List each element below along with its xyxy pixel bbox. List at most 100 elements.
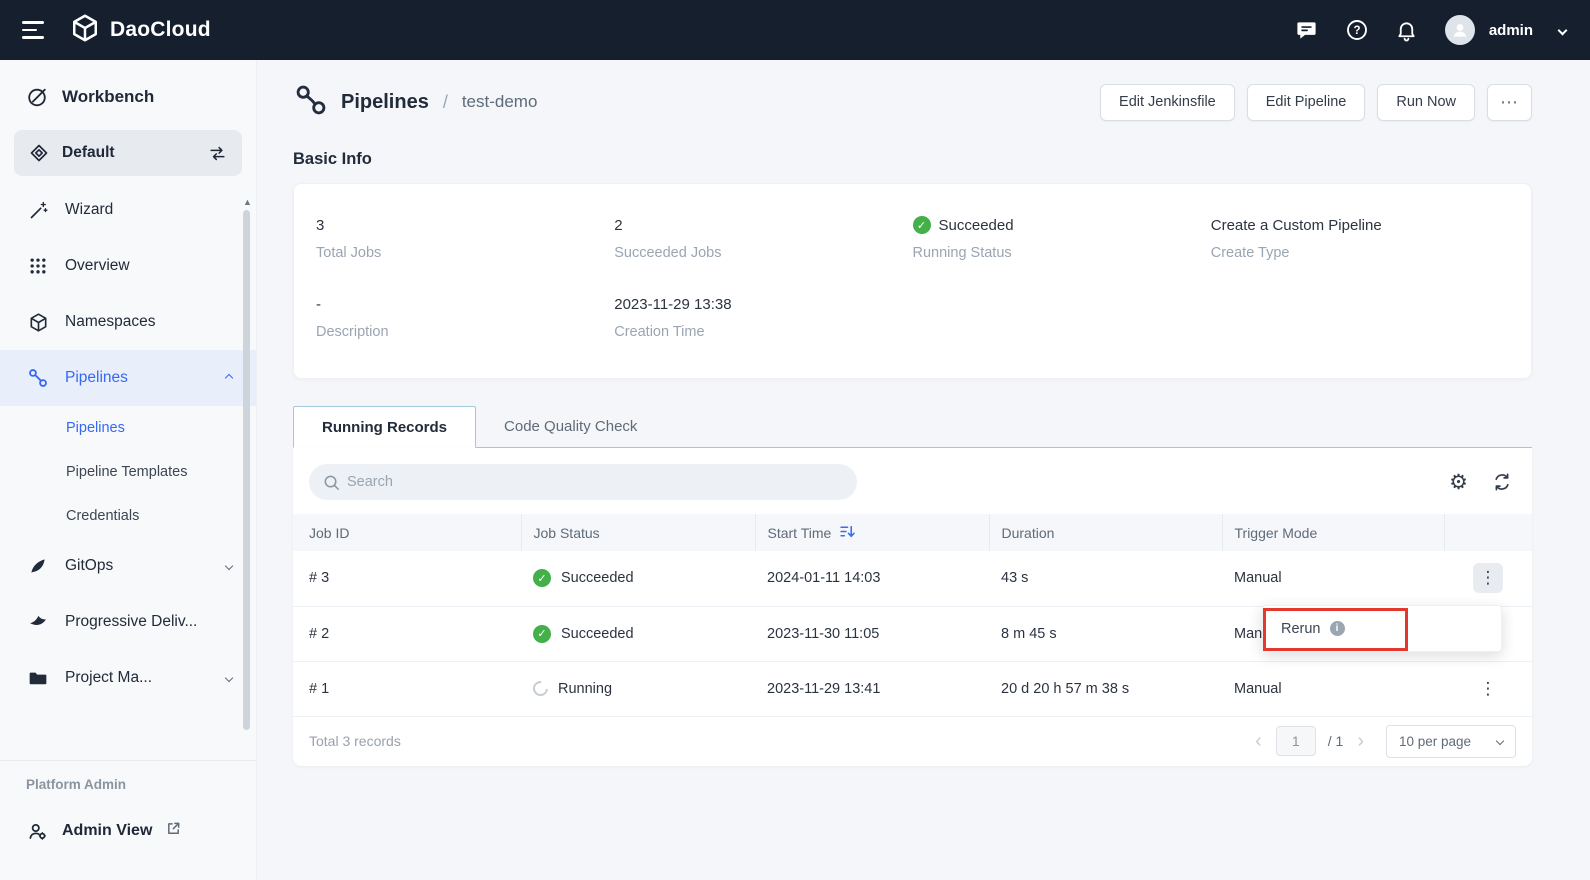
field-value: 2 xyxy=(614,216,912,234)
success-check-icon: ✓ xyxy=(533,625,551,643)
rerun-menu-item[interactable]: Rerun i xyxy=(1263,606,1501,651)
sidebar-subitem-pipelines[interactable]: Pipelines xyxy=(0,406,256,450)
sidebar-bottom: Platform Admin Admin View xyxy=(0,760,256,880)
sidebar-item-gitops[interactable]: GitOps xyxy=(0,538,256,594)
workspace-diamond-icon xyxy=(28,142,50,164)
switch-workspace-icon[interactable] xyxy=(206,142,228,164)
sidebar-scrollbar[interactable]: ▲ xyxy=(243,198,251,778)
col-start-time: Start Time xyxy=(755,514,989,551)
workbench-header: Workbench xyxy=(0,60,256,120)
sidebar-item-namespaces[interactable]: Namespaces xyxy=(0,294,256,350)
sidebar-item-wizard[interactable]: Wizard xyxy=(0,182,256,238)
previous-page-icon[interactable]: ‹ xyxy=(1253,731,1264,751)
per-page-select[interactable]: 10 per page xyxy=(1386,725,1516,758)
page-header: Pipelines / test-demo Edit Jenkinsfile E… xyxy=(293,82,1532,122)
tab-running-records[interactable]: Running Records xyxy=(293,406,476,448)
cell-job-id: # 2 xyxy=(293,606,521,661)
breadcrumb-section[interactable]: Pipelines xyxy=(341,91,429,114)
main-content: Pipelines / test-demo Edit Jenkinsfile E… xyxy=(257,60,1590,880)
info-field-total-jobs: 3 Total Jobs xyxy=(316,216,614,261)
sidebar: Workbench Default Wizard xyxy=(0,60,257,880)
app-root: DaoCloud ? admin Wo xyxy=(0,0,1590,880)
run-now-button[interactable]: Run Now xyxy=(1377,84,1475,121)
workbench-label: Workbench xyxy=(62,87,154,107)
search-icon xyxy=(322,473,341,492)
info-field-creation-time: 2023-11-29 13:38 Creation Time xyxy=(614,295,912,340)
admin-view-label: Admin View xyxy=(62,822,152,840)
refresh-icon[interactable] xyxy=(1492,472,1512,492)
search-box xyxy=(309,464,857,500)
rerun-label: Rerun xyxy=(1281,621,1321,637)
tab-code-quality-check[interactable]: Code Quality Check xyxy=(476,405,665,447)
platform-admin-label: Platform Admin xyxy=(26,777,232,792)
sidebar-item-label: Overview xyxy=(65,257,130,275)
sidebar-item-overview[interactable]: Overview xyxy=(0,238,256,294)
table-header-row: Job ID Job Status Start Time Du xyxy=(293,514,1532,551)
brand-name: DaoCloud xyxy=(110,18,211,42)
chat-icon[interactable] xyxy=(1295,18,1319,42)
folder-icon xyxy=(27,667,49,689)
status-text: Succeeded xyxy=(561,626,634,642)
cell-job-status: ✓ Succeeded xyxy=(521,551,755,606)
sidebar-subitem-credentials[interactable]: Credentials xyxy=(0,494,256,538)
field-value: Create a Custom Pipeline xyxy=(1211,216,1509,234)
workspace-label: Default xyxy=(62,144,115,162)
namespaces-cube-icon xyxy=(27,311,49,333)
sort-descending-icon[interactable] xyxy=(839,523,856,543)
page-number-input[interactable] xyxy=(1276,726,1316,756)
field-label: Total Jobs xyxy=(316,245,614,261)
success-check-icon: ✓ xyxy=(533,569,551,587)
cell-duration: 20 d 20 h 57 m 38 s xyxy=(989,661,1222,716)
row-actions-button[interactable]: ⋮ xyxy=(1473,563,1503,593)
more-actions-button[interactable]: ⋯ xyxy=(1487,84,1532,121)
scrollbar-up-icon[interactable]: ▲ xyxy=(243,198,251,207)
gitops-icon xyxy=(27,555,49,577)
sidebar-item-label: Wizard xyxy=(65,201,113,219)
cell-start-time: 2024-01-11 14:03 xyxy=(755,551,989,606)
info-icon[interactable]: i xyxy=(1330,621,1345,636)
top-navbar: DaoCloud ? admin xyxy=(0,0,1590,60)
field-label: Running Status xyxy=(913,245,1211,261)
pipelines-icon xyxy=(27,367,49,389)
cell-job-status: ✓ Succeeded xyxy=(521,606,755,661)
user-avatar[interactable] xyxy=(1445,15,1475,45)
col-job-id: Job ID xyxy=(293,514,521,551)
sidebar-item-project-management[interactable]: Project Ma... xyxy=(0,650,256,706)
next-page-icon[interactable]: › xyxy=(1355,731,1366,751)
field-value: ✓ Succeeded xyxy=(913,216,1211,234)
pagination: ‹ / 1 › 10 per page xyxy=(1253,725,1516,758)
edit-jenkinsfile-button[interactable]: Edit Jenkinsfile xyxy=(1100,84,1235,121)
notifications-bell-icon[interactable] xyxy=(1395,18,1419,42)
total-records-label: Total 3 records xyxy=(309,733,401,749)
scrollbar-thumb[interactable] xyxy=(243,210,250,730)
field-label: Creation Time xyxy=(614,324,912,340)
column-settings-gear-icon[interactable]: ⚙ xyxy=(1449,472,1468,493)
breadcrumb-separator: / xyxy=(443,92,448,113)
sidebar-item-label: Project Ma... xyxy=(65,669,152,687)
sidebar-item-progressive-delivery[interactable]: Progressive Deliv... xyxy=(0,594,256,650)
cell-actions: ⋮ xyxy=(1444,661,1532,716)
brand-logo[interactable]: DaoCloud xyxy=(70,13,211,48)
tab-bar: Running Records Code Quality Check xyxy=(293,405,1532,448)
user-menu-chevron-icon[interactable] xyxy=(1558,25,1568,35)
basic-info-title: Basic Info xyxy=(293,150,1532,169)
wizard-wand-icon xyxy=(27,199,49,221)
help-icon[interactable]: ? xyxy=(1345,18,1369,42)
search-input[interactable] xyxy=(309,464,857,500)
info-field-create-type: Create a Custom Pipeline Create Type xyxy=(1211,216,1509,261)
table-row: # 3 ✓ Succeeded 2024-01-11 14:03 43 s Ma… xyxy=(293,551,1532,606)
edit-pipeline-button[interactable]: Edit Pipeline xyxy=(1247,84,1366,121)
info-field-running-status: ✓ Succeeded Running Status xyxy=(913,216,1211,261)
info-field-succeeded-jobs: 2 Succeeded Jobs xyxy=(614,216,912,261)
username-label[interactable]: admin xyxy=(1489,22,1533,39)
status-text: Running xyxy=(558,681,612,697)
workspace-selector[interactable]: Default xyxy=(14,130,242,176)
sidebar-nav: Wizard Overview Namespaces xyxy=(0,182,256,706)
sidebar-item-pipelines[interactable]: Pipelines xyxy=(0,350,256,406)
admin-view-link[interactable]: Admin View xyxy=(26,820,232,842)
sidebar-subitem-pipeline-templates[interactable]: Pipeline Templates xyxy=(0,450,256,494)
running-records-panel: ⚙ Job ID Job Status xyxy=(293,448,1532,766)
menu-toggle-icon[interactable] xyxy=(22,21,48,38)
breadcrumb-current: test-demo xyxy=(462,92,538,112)
row-actions-button[interactable]: ⋮ xyxy=(1473,674,1503,704)
